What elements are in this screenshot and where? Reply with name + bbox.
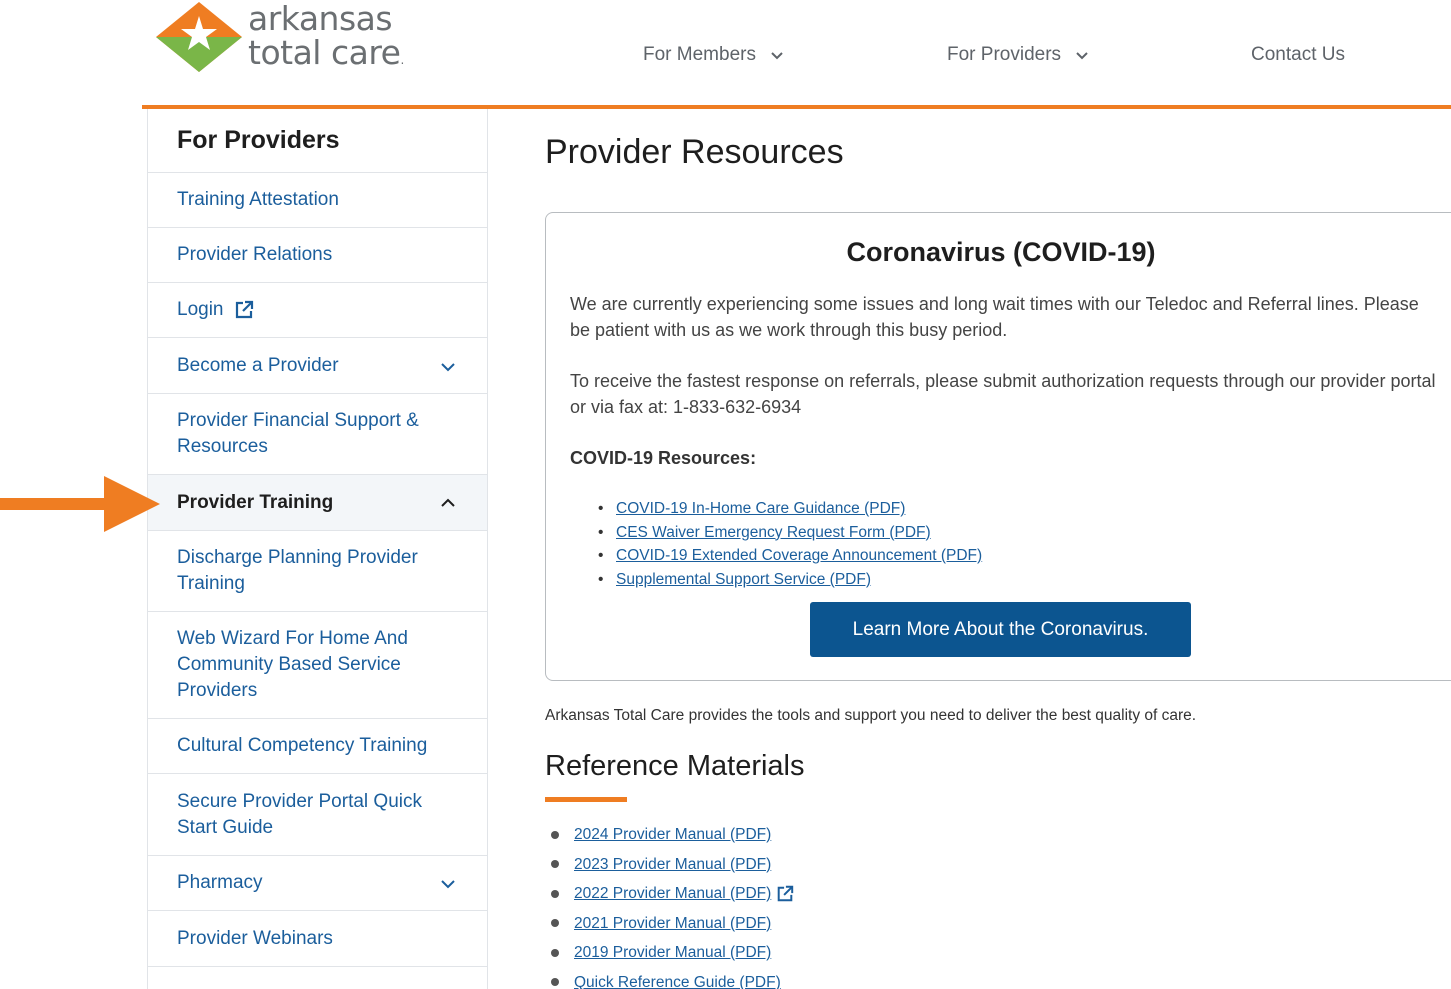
sidebar-item-training-attestation[interactable]: Training Attestation [148,173,487,228]
covid-paragraph-1: We are currently experiencing some issue… [570,294,1419,340]
sidebar-item-web-wizard[interactable]: Web Wizard For Home And Community Based … [148,612,487,719]
covid-link-extended-coverage[interactable]: COVID-19 Extended Coverage Announcement … [616,547,982,564]
reference-title-underline [545,797,627,802]
ref-link-2021-manual[interactable]: 2021 Provider Manual (PDF) [574,909,771,939]
sidebar-item-pharmacy[interactable]: Pharmacy [148,856,487,911]
sidebar-heading: For Providers [148,109,487,173]
chevron-down-icon[interactable] [438,356,458,376]
covid-resources-list: COVID-19 In-Home Care Guidance (PDF) CES… [598,497,982,591]
logo-line-2: total care. [248,33,404,72]
nav-for-providers[interactable]: For Providers [947,44,1093,66]
sidebar-item-discharge-planning[interactable]: Discharge Planning Provider Training [148,531,487,612]
list-item: 2024 Provider Manual (PDF) [551,820,794,850]
covid-alert-box: Coronavirus (COVID-19) We are currently … [545,212,1451,681]
sidebar-item-become-a-provider[interactable]: Become a Provider [148,338,487,394]
sidebar-item-label: Provider Financial Support & Resources [177,410,419,457]
learn-more-coronavirus-button[interactable]: Learn More About the Coronavirus. [810,602,1191,657]
sidebar-item-label: Web Wizard For Home And Community Based … [177,628,408,701]
list-item: 2019 Provider Manual (PDF) [551,938,794,968]
nav-contact-us-label: Contact Us [1251,44,1345,65]
sidebar-item-secure-portal-guide[interactable]: Secure Provider Portal Quick Start Guide [148,774,487,856]
chevron-down-icon[interactable] [438,873,458,893]
ref-link-2024-manual[interactable]: 2024 Provider Manual (PDF) [574,820,771,850]
nav-for-members[interactable]: For Members [643,44,788,66]
sidebar-item-label: Become a Provider [177,354,339,376]
logo-line-2-text: total care [248,33,401,72]
nav-contact-us[interactable]: Contact Us [1251,44,1345,66]
sidebar-item-provider-financial-support[interactable]: Provider Financial Support & Resources [148,394,487,475]
list-item: COVID-19 In-Home Care Guidance (PDF) [598,497,982,521]
ref-link-2022-manual[interactable]: 2022 Provider Manual (PDF) [574,879,771,909]
sidebar-item-label: Training Attestation [177,189,339,210]
callout-arrow-icon [0,476,160,532]
logo-star-icon [156,2,242,72]
nav-for-members-label: For Members [643,44,756,65]
list-item: CES Waiver Emergency Request Form (PDF) [598,521,982,545]
bullet-icon [551,948,559,957]
sidebar-item-label: Provider Training [177,491,334,513]
reference-materials-title: Reference Materials [545,750,805,782]
list-item: 2021 Provider Manual (PDF) [551,909,794,939]
covid-link-in-home-care[interactable]: COVID-19 In-Home Care Guidance (PDF) [616,500,905,517]
list-item: Quick Reference Guide (PDF) [551,968,794,989]
intro-text: Arkansas Total Care provides the tools a… [545,707,1197,724]
bullet-icon [551,860,559,869]
sidebar-item-label: Discharge Planning Provider Training [177,547,418,594]
sidebar-item-label: Provider Webinars [177,927,333,949]
sidebar-nav: For Providers Training Attestation Provi… [147,109,488,989]
sidebar-item-label: Login [177,299,224,320]
chevron-up-icon[interactable] [438,493,458,513]
sidebar-item-provider-webinars[interactable]: Provider Webinars [148,911,487,967]
bullet-icon [551,889,559,898]
nav-for-providers-label: For Providers [947,44,1062,65]
covid-paragraph-2: To receive the fastest response on refer… [570,371,1436,417]
covid-resources-heading: COVID-19 Resources: [570,448,757,468]
logo-line-1: arkansas [248,0,393,38]
list-item: 2023 Provider Manual (PDF) [551,850,794,880]
sidebar-item-label: Pharmacy [177,872,263,893]
chevron-down-icon [1076,52,1088,60]
sidebar-item-cultural-competency[interactable]: Cultural Competency Training [148,719,487,774]
bullet-icon [551,830,559,839]
reference-materials-list: 2024 Provider Manual (PDF) 2023 Provider… [551,820,794,989]
list-item: COVID-19 Extended Coverage Announcement … [598,544,982,568]
ref-link-2023-manual[interactable]: 2023 Provider Manual (PDF) [574,850,771,880]
bullet-icon [551,978,559,987]
sidebar-item-label: Cultural Competency Training [177,735,428,756]
covid-link-supplemental-support[interactable]: Supplemental Support Service (PDF) [616,571,871,588]
external-link-icon [235,300,253,319]
sidebar-item-provider-training[interactable]: Provider Training [148,475,487,531]
logo-wordmark: arkansas total care. [248,2,404,77]
sidebar-item-label: Provider Relations [177,244,333,265]
list-item: Supplemental Support Service (PDF) [598,568,982,592]
sidebar-item-label: Secure Provider Portal Quick Start Guide [177,790,422,838]
list-item: 2022 Provider Manual (PDF) [551,879,794,909]
covid-link-ces-waiver[interactable]: CES Waiver Emergency Request Form (PDF) [616,524,931,541]
bullet-icon [551,919,559,928]
sidebar-item-login[interactable]: Login [148,283,487,338]
covid-title: Coronavirus (COVID-19) [846,237,1156,267]
ref-link-2019-manual[interactable]: 2019 Provider Manual (PDF) [574,938,771,968]
chevron-down-icon [771,52,783,60]
page-title: Provider Resources [545,133,844,171]
ref-link-quick-reference-guide[interactable]: Quick Reference Guide (PDF) [574,968,781,989]
site-logo[interactable]: arkansas total care. [156,2,406,74]
sidebar-item-provider-relations[interactable]: Provider Relations [148,228,487,283]
external-link-icon[interactable] [776,885,794,903]
